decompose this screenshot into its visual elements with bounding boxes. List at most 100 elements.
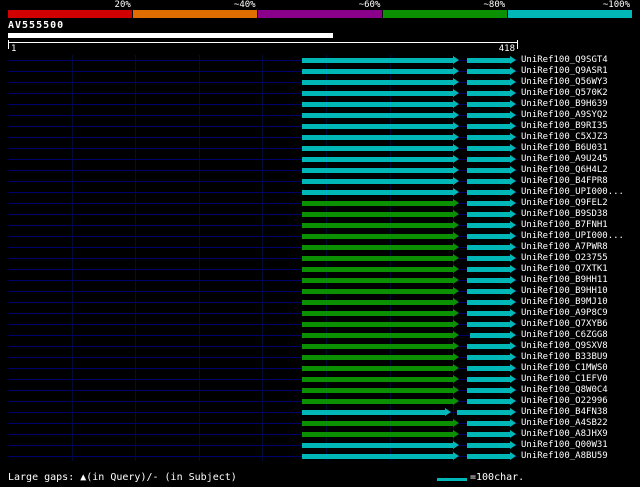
- alignment-segment[interactable]: [302, 91, 453, 96]
- hit-label[interactable]: UniRef100_Q7XTK1: [521, 264, 608, 275]
- alignment-segment[interactable]: [302, 432, 453, 437]
- hit-label[interactable]: UniRef100_O23755: [521, 253, 608, 264]
- hit-label[interactable]: UniRef100_B9H639: [521, 99, 608, 110]
- alignment-segment[interactable]: [302, 212, 453, 217]
- alignment-segment[interactable]: [302, 179, 453, 184]
- alignment-segment[interactable]: [302, 58, 453, 63]
- hit-label[interactable]: UniRef100_A9SYQ2: [521, 110, 608, 121]
- alignment-segment[interactable]: [467, 355, 510, 360]
- alignment-segment[interactable]: [302, 190, 453, 195]
- hit-label[interactable]: UniRef100_A9U245: [521, 154, 608, 165]
- alignment-segment[interactable]: [467, 58, 510, 63]
- alignment-segment[interactable]: [467, 322, 510, 327]
- alignment-segment[interactable]: [302, 311, 453, 316]
- hit-label[interactable]: UniRef100_B9MJ10: [521, 297, 608, 308]
- alignment-segment[interactable]: [302, 300, 453, 305]
- hit-label[interactable]: UniRef100_UPI000...: [521, 187, 624, 198]
- alignment-segment[interactable]: [467, 454, 510, 459]
- hit-label[interactable]: UniRef100_A7PWR8: [521, 242, 608, 253]
- alignment-segment[interactable]: [467, 91, 510, 96]
- hit-label[interactable]: UniRef100_B7FNH1: [521, 220, 608, 231]
- alignment-segment[interactable]: [302, 289, 453, 294]
- alignment-segment[interactable]: [467, 135, 510, 140]
- hit-label[interactable]: UniRef100_A4SB22: [521, 418, 608, 429]
- hit-label[interactable]: UniRef100_Q56WY3: [521, 77, 608, 88]
- alignment-segment[interactable]: [467, 421, 510, 426]
- alignment-segment[interactable]: [467, 146, 510, 151]
- alignment-segment[interactable]: [302, 69, 453, 74]
- hit-label[interactable]: UniRef100_A8JHX9: [521, 429, 608, 440]
- alignment-segment[interactable]: [302, 267, 453, 272]
- alignment-segment[interactable]: [302, 388, 453, 393]
- alignment-segment[interactable]: [302, 377, 453, 382]
- alignment-segment[interactable]: [302, 322, 453, 327]
- alignment-segment[interactable]: [302, 234, 453, 239]
- alignment-segment[interactable]: [467, 311, 510, 316]
- alignment-segment[interactable]: [467, 388, 510, 393]
- alignment-segment[interactable]: [467, 168, 510, 173]
- alignment-segment[interactable]: [302, 113, 453, 118]
- alignment-segment[interactable]: [467, 399, 510, 404]
- alignment-segment[interactable]: [302, 201, 453, 206]
- hit-label[interactable]: UniRef100_UPI000...: [521, 231, 624, 242]
- alignment-segment[interactable]: [467, 289, 510, 294]
- alignment-segment[interactable]: [302, 355, 453, 360]
- alignment-segment[interactable]: [302, 333, 453, 338]
- alignment-segment[interactable]: [467, 223, 510, 228]
- alignment-segment[interactable]: [467, 179, 510, 184]
- alignment-segment[interactable]: [467, 267, 510, 272]
- alignment-segment[interactable]: [467, 300, 510, 305]
- alignment-segment[interactable]: [457, 410, 510, 415]
- alignment-segment[interactable]: [302, 223, 453, 228]
- alignment-segment[interactable]: [302, 124, 453, 129]
- hit-label[interactable]: UniRef100_B9SD38: [521, 209, 608, 220]
- hit-label[interactable]: UniRef100_B4FN38: [521, 407, 608, 418]
- alignment-segment[interactable]: [302, 421, 453, 426]
- alignment-segment[interactable]: [467, 278, 510, 283]
- hit-label[interactable]: UniRef100_B9HH11: [521, 275, 608, 286]
- hit-label[interactable]: UniRef100_A8BU59: [521, 451, 608, 462]
- alignment-segment[interactable]: [302, 256, 453, 261]
- alignment-segment[interactable]: [467, 212, 510, 217]
- alignment-segment[interactable]: [302, 344, 453, 349]
- hit-label[interactable]: UniRef100_C1EFV0: [521, 374, 608, 385]
- alignment-segment[interactable]: [467, 344, 510, 349]
- alignment-segment[interactable]: [302, 399, 453, 404]
- alignment-segment[interactable]: [302, 443, 453, 448]
- hit-label[interactable]: UniRef100_A9P8C9: [521, 308, 608, 319]
- alignment-segment[interactable]: [467, 234, 510, 239]
- alignment-segment[interactable]: [467, 377, 510, 382]
- alignment-segment[interactable]: [302, 135, 453, 140]
- alignment-segment[interactable]: [302, 102, 453, 107]
- hit-label[interactable]: UniRef100_Q570K2: [521, 88, 608, 99]
- alignment-segment[interactable]: [302, 245, 453, 250]
- alignment-segment[interactable]: [467, 69, 510, 74]
- hit-label[interactable]: UniRef100_Q7XYB6: [521, 319, 608, 330]
- alignment-segment[interactable]: [302, 168, 453, 173]
- alignment-segment[interactable]: [467, 256, 510, 261]
- alignment-segment[interactable]: [467, 157, 510, 162]
- hit-label[interactable]: UniRef100_C1MWS0: [521, 363, 608, 374]
- alignment-segment[interactable]: [467, 124, 510, 129]
- alignment-segment[interactable]: [302, 80, 453, 85]
- hit-label[interactable]: UniRef100_C5XJZ3: [521, 132, 608, 143]
- hit-label[interactable]: UniRef100_O22996: [521, 396, 608, 407]
- alignment-segment[interactable]: [470, 333, 510, 338]
- alignment-segment[interactable]: [302, 278, 453, 283]
- alignment-segment[interactable]: [467, 443, 510, 448]
- alignment-segment[interactable]: [302, 410, 445, 415]
- hit-label[interactable]: UniRef100_Q00W31: [521, 440, 608, 451]
- hit-label[interactable]: UniRef100_C6ZGG8: [521, 330, 608, 341]
- hit-label[interactable]: UniRef100_B9HH10: [521, 286, 608, 297]
- hit-label[interactable]: UniRef100_B4FPR8: [521, 176, 608, 187]
- alignment-segment[interactable]: [467, 366, 510, 371]
- hit-label[interactable]: UniRef100_B6U031: [521, 143, 608, 154]
- alignment-segment[interactable]: [302, 366, 453, 371]
- hit-label[interactable]: UniRef100_Q8W0C4: [521, 385, 608, 396]
- alignment-segment[interactable]: [467, 113, 510, 118]
- alignment-segment[interactable]: [467, 80, 510, 85]
- hit-label[interactable]: UniRef100_B33BU9: [521, 352, 608, 363]
- hit-label[interactable]: UniRef100_Q9SXV8: [521, 341, 608, 352]
- hit-label[interactable]: UniRef100_Q9FEL2: [521, 198, 608, 209]
- alignment-segment[interactable]: [302, 146, 453, 151]
